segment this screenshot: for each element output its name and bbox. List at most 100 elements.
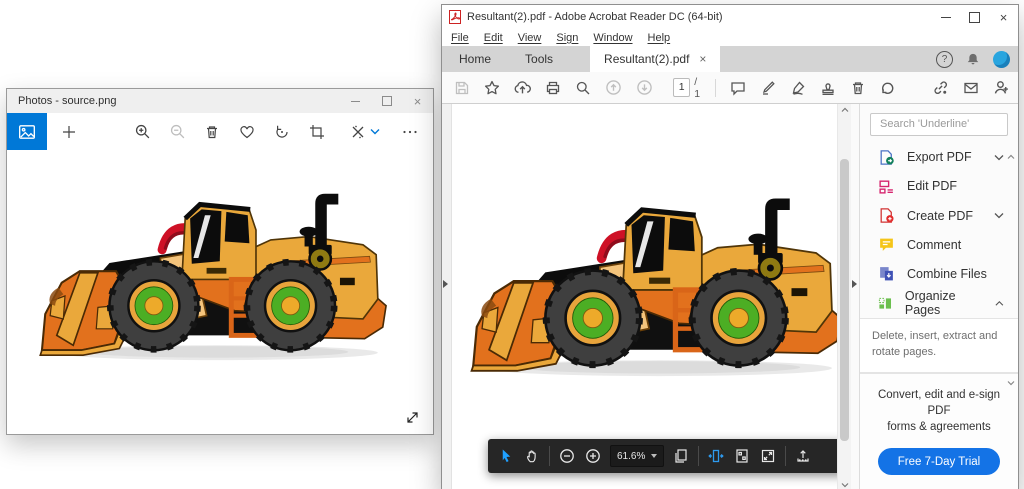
star-button[interactable]: [484, 79, 500, 96]
tab-document[interactable]: Resultant(2).pdf ×: [590, 46, 720, 72]
email-button[interactable]: [963, 79, 979, 96]
tool-comment[interactable]: Comment: [860, 230, 1018, 259]
minimize-button[interactable]: [931, 5, 960, 29]
share-upload-button[interactable]: [794, 447, 812, 465]
panel-scroll-down-icon[interactable]: [1007, 380, 1015, 386]
menu-view[interactable]: View: [518, 32, 542, 44]
hand-tool-button[interactable]: [523, 447, 541, 465]
delete-button[interactable]: [203, 123, 221, 141]
scroll-up-icon[interactable]: [841, 107, 849, 113]
share-link-button[interactable]: [932, 79, 949, 96]
close-icon: ×: [414, 94, 422, 109]
edit-create-button[interactable]: [349, 123, 367, 141]
tool-label: Create PDF: [907, 209, 973, 223]
collapse-tools-panel-icon[interactable]: [852, 280, 857, 288]
stamp-button[interactable]: [820, 79, 836, 96]
promo-text-line1: Convert, edit and e-sign PDF: [868, 387, 1010, 419]
tools-search-input[interactable]: [878, 117, 1000, 131]
zoom-in-button[interactable]: [584, 447, 602, 465]
find-button[interactable]: [575, 79, 591, 96]
previous-page-button[interactable]: [605, 79, 622, 96]
photo-collection-icon: [18, 123, 36, 141]
menu-file[interactable]: File: [451, 32, 469, 44]
tab-home[interactable]: Home: [442, 46, 508, 72]
tool-export-pdf[interactable]: Export PDF: [860, 143, 1018, 172]
comment-button[interactable]: [730, 79, 746, 96]
rotate-pages-button[interactable]: [880, 79, 896, 96]
document-scrollbar[interactable]: [837, 104, 851, 489]
free-trial-button[interactable]: Free 7-Day Trial: [878, 448, 1000, 475]
zoom-level-dropdown[interactable]: 61.6%: [610, 445, 664, 467]
highlight-button[interactable]: [760, 79, 776, 96]
maximize-button[interactable]: [960, 5, 989, 29]
more-button[interactable]: [401, 123, 419, 141]
tool-combine-files[interactable]: Combine Files: [860, 259, 1018, 288]
tab-tools[interactable]: Tools: [508, 46, 570, 72]
photos-titlebar[interactable]: Photos - source.png ×: [7, 89, 433, 113]
see-all-photos-button[interactable]: [7, 113, 47, 150]
panel-scroll-up-icon[interactable]: [1007, 154, 1015, 160]
tab-close-button[interactable]: ×: [699, 52, 706, 66]
more-icon: [402, 124, 418, 140]
expand-image-button[interactable]: [405, 410, 420, 425]
delete-pages-button[interactable]: [850, 79, 866, 96]
caret-down-icon: [651, 454, 657, 458]
organize-pages-description: Delete, insert, extract and rotate pages…: [860, 318, 1018, 373]
add-button[interactable]: [60, 123, 78, 141]
crop-button[interactable]: [308, 123, 326, 141]
share-cloud-button[interactable]: [514, 79, 531, 96]
page-number-input[interactable]: 1: [673, 78, 690, 97]
zoom-out-icon: [169, 123, 186, 140]
print-button[interactable]: [545, 79, 561, 96]
star-icon: [484, 80, 500, 96]
help-icon[interactable]: ?: [936, 51, 953, 68]
cloud-upload-icon: [514, 79, 531, 96]
tool-edit-pdf[interactable]: Edit PDF: [860, 172, 1018, 201]
combine-files-icon: [878, 265, 895, 282]
acrobat-tabbar: Home Tools Resultant(2).pdf × ?: [442, 46, 1018, 72]
tools-panel: Export PDF Edit PDF Create PDF: [859, 104, 1018, 489]
menu-sign[interactable]: Sign: [556, 32, 578, 44]
heart-icon: [239, 124, 255, 140]
avatar[interactable]: [993, 51, 1010, 68]
scrolling-view-button[interactable]: [707, 447, 725, 465]
tool-label: Combine Files: [907, 267, 987, 281]
pdf-page-view[interactable]: 61.6%: [452, 104, 837, 489]
edit-create-dropdown[interactable]: [369, 123, 381, 141]
select-tool-button[interactable]: [497, 447, 515, 465]
scroll-down-icon[interactable]: [841, 482, 849, 488]
copy-pages-button[interactable]: [672, 447, 690, 465]
tool-create-pdf[interactable]: Create PDF: [860, 201, 1018, 230]
highlighter-icon: [760, 80, 776, 96]
scrollbar-thumb[interactable]: [840, 159, 849, 441]
photos-image-viewer[interactable]: [7, 150, 433, 434]
menu-edit[interactable]: Edit: [484, 32, 503, 44]
add-user-button[interactable]: [993, 79, 1010, 96]
tools-search-box[interactable]: [870, 113, 1008, 136]
next-page-button[interactable]: [636, 79, 653, 96]
favorite-button[interactable]: [238, 123, 256, 141]
fill-sign-button[interactable]: [790, 79, 806, 96]
maximize-icon: [969, 12, 980, 23]
minimize-button[interactable]: [340, 89, 371, 113]
rotate-button[interactable]: [273, 123, 291, 141]
tool-organize-pages[interactable]: Organize Pages: [860, 289, 1018, 318]
rotate-icon: [274, 124, 290, 140]
maximize-button[interactable]: [371, 89, 402, 113]
close-button[interactable]: ×: [989, 5, 1018, 29]
zoom-out-button[interactable]: [558, 447, 576, 465]
menu-help[interactable]: Help: [648, 32, 671, 44]
chevron-down-icon: [370, 128, 380, 135]
acrobat-titlebar[interactable]: Resultant(2).pdf - Adobe Acrobat Reader …: [442, 5, 1018, 29]
expand-left-panel-icon[interactable]: [443, 280, 448, 288]
bell-icon[interactable]: [966, 52, 980, 67]
zoom-in-button[interactable]: [133, 123, 151, 141]
page-view-button[interactable]: [733, 447, 751, 465]
save-button[interactable]: [454, 79, 470, 96]
menu-window[interactable]: Window: [593, 32, 632, 44]
close-button[interactable]: ×: [402, 89, 433, 113]
zoom-out-button[interactable]: [168, 123, 186, 141]
tool-label: Export PDF: [907, 150, 972, 164]
fullscreen-button[interactable]: [759, 447, 777, 465]
comment-tool-icon: [878, 236, 895, 253]
